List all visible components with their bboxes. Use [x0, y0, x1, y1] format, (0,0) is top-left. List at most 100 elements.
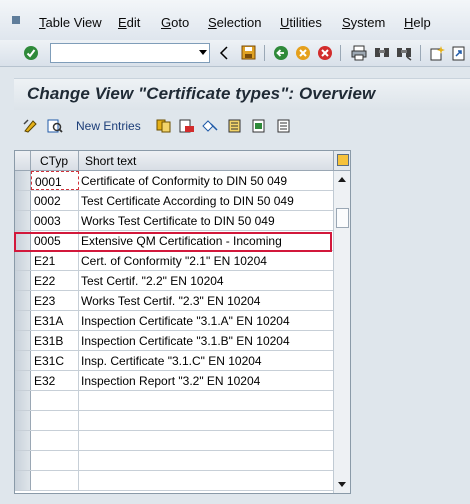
ctyp-cell[interactable]: [31, 451, 79, 470]
short-text-cell[interactable]: Cert. of Conformity "2.1" EN 10204: [79, 251, 333, 270]
new-entries-button[interactable]: New Entries: [76, 119, 141, 133]
select-all-column-header[interactable]: [15, 151, 31, 171]
scroll-up-icon[interactable]: [338, 177, 346, 182]
display-change-icon[interactable]: [23, 119, 39, 133]
vertical-scrollbar[interactable]: [333, 171, 350, 493]
shortcut-icon[interactable]: [450, 44, 467, 61]
cancel-icon[interactable]: [316, 44, 333, 61]
enter-icon[interactable]: [22, 44, 39, 61]
short-text-cell[interactable]: [79, 391, 333, 410]
copy-as-icon[interactable]: [156, 119, 172, 133]
table-row[interactable]: 0003 Works Test Certificate to DIN 50 049: [15, 211, 333, 231]
ctyp-cell[interactable]: [31, 391, 79, 410]
command-field[interactable]: [50, 43, 210, 63]
short-text-cell[interactable]: [79, 431, 333, 450]
table-row[interactable]: [15, 411, 333, 431]
short-text-cell[interactable]: [79, 411, 333, 430]
chevron-down-icon[interactable]: [199, 50, 207, 55]
menu-table-view[interactable]: Table View: [39, 15, 102, 30]
table-row[interactable]: E32 Inspection Report "3.2" EN 10204: [15, 371, 333, 391]
row-selector[interactable]: [15, 171, 31, 190]
ctyp-cell[interactable]: E23: [31, 291, 79, 310]
ctyp-cell[interactable]: [31, 411, 79, 430]
undo-change-icon[interactable]: [202, 119, 218, 133]
ctyp-cell[interactable]: [31, 431, 79, 450]
row-selector[interactable]: [15, 271, 31, 290]
ctyp-cell[interactable]: 0001: [31, 171, 79, 190]
short-text-cell[interactable]: Inspection Certificate "3.1.A" EN 10204: [79, 311, 333, 330]
scrollbar-thumb[interactable]: [336, 208, 349, 228]
row-selector[interactable]: [15, 351, 31, 370]
table-row[interactable]: E31A Inspection Certificate "3.1.A" EN 10…: [15, 311, 333, 331]
row-selector[interactable]: [15, 371, 31, 390]
ctyp-cell[interactable]: E31C: [31, 351, 79, 370]
row-selector[interactable]: [15, 451, 31, 470]
short-text-cell[interactable]: Works Test Certificate to DIN 50 049: [79, 211, 333, 230]
ctyp-cell[interactable]: E31B: [31, 331, 79, 350]
find-icon[interactable]: [373, 44, 390, 61]
short-text-cell[interactable]: Extensive QM Certification - Incoming: [79, 231, 333, 250]
find-next-icon[interactable]: [395, 44, 412, 61]
row-selector[interactable]: [15, 211, 31, 230]
row-selector[interactable]: [15, 291, 31, 310]
save-icon[interactable]: [240, 44, 257, 61]
table-row[interactable]: E22 Test Certif. "2.2" EN 10204: [15, 271, 333, 291]
row-selector[interactable]: [15, 431, 31, 450]
short-text-cell[interactable]: Test Certif. "2.2" EN 10204: [79, 271, 333, 290]
table-row[interactable]: [15, 451, 333, 471]
table-settings-button[interactable]: [333, 151, 350, 171]
table-row[interactable]: E21 Cert. of Conformity "2.1" EN 10204: [15, 251, 333, 271]
row-selector[interactable]: [15, 311, 31, 330]
short-text-cell[interactable]: [79, 451, 333, 470]
table-row[interactable]: [15, 471, 333, 491]
row-selector[interactable]: [15, 411, 31, 430]
row-selector[interactable]: [15, 191, 31, 210]
ctyp-cell[interactable]: 0003: [31, 211, 79, 230]
menu-selection[interactable]: Selection: [208, 15, 261, 30]
deselect-all-icon[interactable]: [276, 119, 292, 133]
select-block-icon[interactable]: [251, 119, 267, 133]
ctyp-cell[interactable]: 0005: [31, 231, 79, 250]
short-text-cell[interactable]: Works Test Certif. "2.3" EN 10204: [79, 291, 333, 310]
row-selector[interactable]: [15, 391, 31, 410]
table-row[interactable]: 0002 Test Certificate According to DIN 50…: [15, 191, 333, 211]
menu-edit[interactable]: Edit: [118, 15, 140, 30]
column-header-ctyp[interactable]: CTyp: [31, 151, 79, 171]
menu-goto[interactable]: Goto: [161, 15, 189, 30]
short-text-cell[interactable]: Insp. Certificate "3.1.C" EN 10204: [79, 351, 333, 370]
table-row[interactable]: E23 Works Test Certif. "2.3" EN 10204: [15, 291, 333, 311]
column-header-short-text[interactable]: Short text: [79, 151, 333, 171]
menu-utilities[interactable]: Utilities: [280, 15, 322, 30]
scroll-down-icon[interactable]: [338, 482, 346, 487]
table-row[interactable]: E31B Inspection Certificate "3.1.B" EN 10…: [15, 331, 333, 351]
ctyp-cell[interactable]: E21: [31, 251, 79, 270]
row-selector[interactable]: [15, 231, 31, 250]
table-row[interactable]: [15, 391, 333, 411]
menu-help[interactable]: Help: [404, 15, 431, 30]
short-text-cell[interactable]: [79, 471, 333, 490]
ctyp-cell[interactable]: E32: [31, 371, 79, 390]
back-arrow-icon[interactable]: [215, 44, 232, 61]
ctyp-cell[interactable]: E22: [31, 271, 79, 290]
ctyp-cell[interactable]: 0002: [31, 191, 79, 210]
short-text-cell[interactable]: Test Certificate According to DIN 50 049: [79, 191, 333, 210]
short-text-cell[interactable]: Inspection Certificate "3.1.B" EN 10204: [79, 331, 333, 350]
ctyp-cell[interactable]: [31, 471, 79, 490]
table-row[interactable]: 0001 Certificate of Conformity to DIN 50 …: [15, 171, 333, 191]
delete-icon[interactable]: [179, 119, 195, 133]
short-text-cell[interactable]: Certificate of Conformity to DIN 50 049: [79, 171, 333, 190]
select-all-icon[interactable]: [227, 119, 243, 133]
row-selector[interactable]: [15, 251, 31, 270]
menu-system[interactable]: System: [342, 15, 385, 30]
row-selector[interactable]: [15, 331, 31, 350]
print-icon[interactable]: [350, 44, 367, 61]
table-row[interactable]: E31C Insp. Certificate "3.1.C" EN 10204: [15, 351, 333, 371]
table-row[interactable]: [15, 431, 333, 451]
short-text-cell[interactable]: Inspection Report "3.2" EN 10204: [79, 371, 333, 390]
ctyp-cell[interactable]: E31A: [31, 311, 79, 330]
detail-view-icon[interactable]: [47, 119, 63, 133]
new-session-icon[interactable]: [428, 44, 445, 61]
row-selector[interactable]: [15, 471, 31, 490]
exit-icon[interactable]: [294, 44, 311, 61]
table-row[interactable]: 0005 Extensive QM Certification - Incomin…: [15, 231, 333, 251]
